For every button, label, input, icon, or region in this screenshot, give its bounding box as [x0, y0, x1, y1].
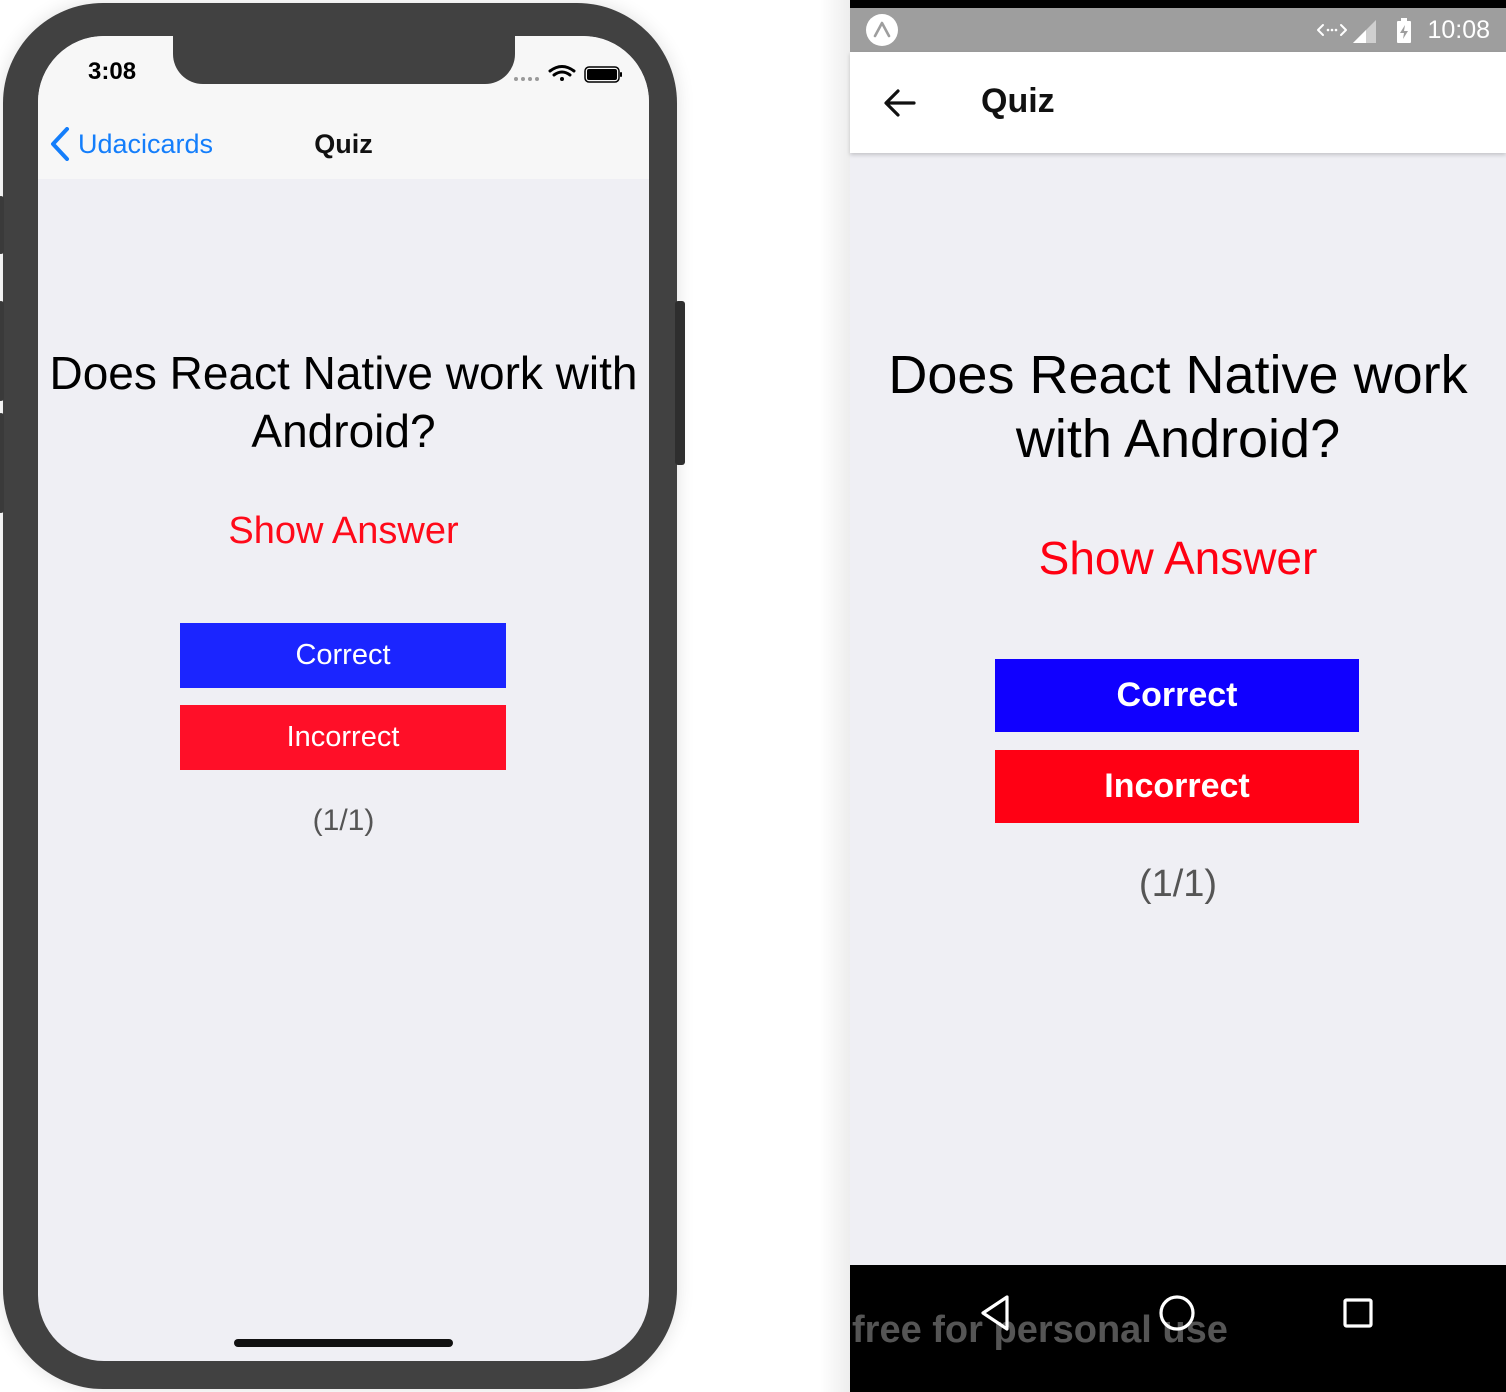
android-progress-counter: (1/1)	[1138, 863, 1218, 905]
ios-progress-counter: (1/1)	[312, 804, 375, 837]
battery-icon	[584, 66, 622, 83]
ios-page-title: Quiz	[314, 129, 373, 159]
android-navigation-bar: free for personal use	[850, 1265, 1506, 1392]
ios-status-time: 3:08	[88, 58, 137, 85]
ios-device-frame: 3:08 Udacicards Quiz Does React Native w…	[0, 3, 685, 1389]
android-status-time: 10:08	[1427, 16, 1490, 44]
ios-volume-down-button	[0, 413, 4, 513]
android-question-text: Does React Native work with Android?	[888, 345, 1468, 469]
ios-volume-up-button	[0, 301, 4, 401]
wifi-icon	[548, 65, 576, 81]
back-triangle-icon[interactable]	[974, 1291, 1018, 1335]
android-content: Does React Native work with Android? Sho…	[850, 153, 1506, 1265]
ios-question-text: Does React Native work with Android?	[49, 347, 638, 457]
android-status-icons	[1316, 16, 1426, 46]
ios-correct-button[interactable]: Correct	[180, 623, 506, 688]
ios-notch	[173, 36, 515, 84]
signal-dots-icon	[514, 77, 539, 81]
recents-square-icon[interactable]	[1336, 1291, 1380, 1335]
android-app-bar: Quiz	[850, 52, 1506, 153]
ios-mute-switch	[0, 196, 4, 254]
home-circle-icon[interactable]	[1155, 1291, 1199, 1335]
android-correct-button[interactable]: Correct	[995, 659, 1359, 732]
arrow-back-icon[interactable]	[882, 85, 918, 121]
ios-power-button	[675, 301, 685, 465]
android-top-border	[850, 0, 1506, 8]
ios-incorrect-button[interactable]: Incorrect	[180, 705, 506, 770]
android-status-bar: 10:08	[850, 8, 1506, 52]
expo-icon	[866, 14, 898, 46]
ios-show-answer-link[interactable]: Show Answer	[38, 510, 649, 553]
ios-status-icons	[513, 64, 625, 84]
battery-charging-icon	[1397, 18, 1411, 43]
android-page-title: Quiz	[981, 82, 1055, 120]
cell-signal-icon	[1353, 20, 1376, 43]
android-show-answer-link[interactable]: Show Answer	[850, 531, 1506, 585]
android-incorrect-button[interactable]: Incorrect	[995, 750, 1359, 823]
ios-screen: 3:08 Udacicards Quiz Does React Native w…	[38, 36, 649, 1361]
data-transfer-icon	[1317, 24, 1347, 36]
ios-home-indicator[interactable]	[234, 1339, 453, 1347]
android-frame-shadow	[820, 0, 850, 1392]
